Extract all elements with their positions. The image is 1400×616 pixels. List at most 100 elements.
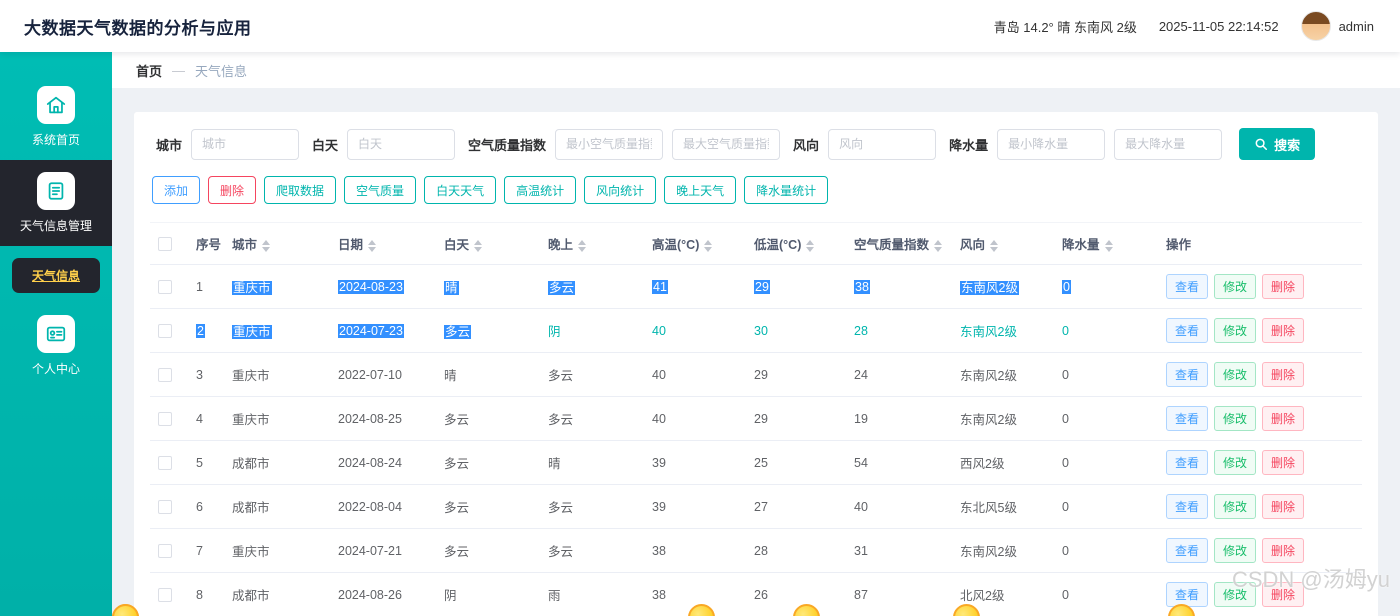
toolbar-button-4[interactable]: 白天天气 xyxy=(424,176,497,204)
edit-button[interactable]: 修改 xyxy=(1214,494,1257,519)
cell-seq: 1 xyxy=(188,264,224,309)
sort-carets-icon[interactable] xyxy=(262,239,271,252)
cell-high: 39 xyxy=(644,440,746,485)
table-row[interactable]: 2 重庆市 2024-07-23 多云阴 40 30 28 东南风2级 0 查看 修改 删除 xyxy=(150,308,1362,353)
precip-max-input[interactable] xyxy=(1114,128,1223,160)
cell-actions: 查看 修改 删除 xyxy=(1158,528,1362,573)
cell-city: 成都市 xyxy=(224,572,330,616)
toolbar-button-7[interactable]: 晚上天气 xyxy=(664,176,737,204)
edit-button[interactable]: 修改 xyxy=(1214,450,1257,475)
cell-date: 2024-07-21 xyxy=(330,528,436,573)
cell-seq: 4 xyxy=(188,396,224,441)
toolbar-button-3[interactable]: 空气质量 xyxy=(344,176,417,204)
column-header-city[interactable]: 城市 xyxy=(224,222,330,265)
column-header-low[interactable]: 低温(°C) xyxy=(746,222,846,265)
view-button[interactable]: 查看 xyxy=(1166,318,1209,343)
edit-button[interactable]: 修改 xyxy=(1214,362,1257,387)
cell-aqi: 38 xyxy=(846,264,952,309)
sidebar-item-home[interactable]: 系统首页 xyxy=(0,74,112,160)
day-input[interactable] xyxy=(347,128,456,160)
edit-button[interactable]: 修改 xyxy=(1214,274,1257,299)
cell-night: 阴 xyxy=(540,308,644,353)
view-button[interactable]: 查看 xyxy=(1166,450,1209,475)
view-button[interactable]: 查看 xyxy=(1166,582,1209,607)
breadcrumb-home[interactable]: 首页 xyxy=(136,61,162,80)
sidebar-item-weather-info[interactable]: 天气信息 xyxy=(12,258,100,293)
sort-carets-icon[interactable] xyxy=(704,239,713,252)
edit-button[interactable]: 修改 xyxy=(1214,406,1257,431)
main-content: 首页 — 天气信息 城市 白天 空气质量指数 风向 降水量 xyxy=(112,52,1400,616)
cell-low: 27 xyxy=(746,484,846,529)
sort-carets-icon[interactable] xyxy=(934,239,943,252)
toolbar-button-0[interactable]: 添加 xyxy=(152,176,201,204)
delete-button[interactable]: 删除 xyxy=(1262,582,1305,607)
toolbar-button-2[interactable]: 爬取数据 xyxy=(264,176,337,204)
search-button[interactable]: 搜索 xyxy=(1239,128,1316,160)
aqi-max-input[interactable] xyxy=(672,128,781,160)
column-header-precip[interactable]: 降水量 xyxy=(1054,222,1158,265)
sort-carets-icon[interactable] xyxy=(990,239,999,252)
select-all-checkbox[interactable] xyxy=(158,236,172,251)
edit-button[interactable]: 修改 xyxy=(1214,582,1257,607)
view-button[interactable]: 查看 xyxy=(1166,362,1209,387)
view-button[interactable]: 查看 xyxy=(1166,538,1209,563)
breadcrumb-separator: — xyxy=(172,62,186,78)
table-row[interactable]: 3 重庆市 2022-07-10 晴多云 40 29 24 东南风2级 0 查看 修改 删除 xyxy=(150,352,1362,397)
view-button[interactable]: 查看 xyxy=(1166,494,1209,519)
view-button[interactable]: 查看 xyxy=(1166,274,1209,299)
delete-button[interactable]: 删除 xyxy=(1262,406,1305,431)
table-row[interactable]: 4 重庆市 2024-08-25 多云 多云 40 29 19 东南风2级 0 查看 修改 删除 xyxy=(150,396,1362,441)
row-checkbox[interactable] xyxy=(158,499,172,514)
table-row[interactable]: 5 成都市 2024-08-24 多云晴 39 25 54 西风2级 0 查看 修改 删除 xyxy=(150,440,1362,485)
toolbar-button-6[interactable]: 风向统计 xyxy=(584,176,657,204)
sidebar-item-profile[interactable]: 个人中心 xyxy=(0,303,112,389)
cell-seq: 2 xyxy=(188,308,224,353)
view-button[interactable]: 查看 xyxy=(1166,406,1209,431)
toolbar-button-1[interactable]: 删除 xyxy=(208,176,257,204)
row-checkbox[interactable] xyxy=(158,279,172,294)
table-row[interactable]: 6 成都市 2022-08-04 多云 多云 39 27 40 东北风5级 0 查看 修改 删除 xyxy=(150,484,1362,529)
delete-button[interactable]: 删除 xyxy=(1262,538,1305,563)
row-checkbox[interactable] xyxy=(158,367,172,382)
column-header-night[interactable]: 晚上 xyxy=(540,222,644,265)
delete-button[interactable]: 删除 xyxy=(1262,450,1305,475)
column-header-high[interactable]: 高温(°C) xyxy=(644,222,746,265)
wind-input[interactable] xyxy=(828,128,937,160)
column-header-wind[interactable]: 风向 xyxy=(952,222,1054,265)
cell-high: 41 xyxy=(644,264,746,309)
row-checkbox[interactable] xyxy=(158,587,172,602)
row-checkbox[interactable] xyxy=(158,323,172,338)
city-input[interactable] xyxy=(191,128,300,160)
cell-high: 40 xyxy=(644,352,746,397)
delete-button[interactable]: 删除 xyxy=(1262,274,1305,299)
cell-wind: 东北风5级 xyxy=(952,484,1054,529)
sort-carets-icon[interactable] xyxy=(368,239,377,252)
delete-button[interactable]: 删除 xyxy=(1262,318,1305,343)
cell-night: 多云 xyxy=(540,396,644,441)
toolbar-button-5[interactable]: 高温统计 xyxy=(504,176,577,204)
sort-carets-icon[interactable] xyxy=(1104,239,1113,252)
table-row[interactable]: 1 重庆市 2024-08-23 晴多云 41 29 38 东南风2级 0 查看 修改 删除 xyxy=(150,264,1362,309)
column-header-aqi[interactable]: 空气质量指数 xyxy=(846,222,952,265)
sort-carets-icon[interactable] xyxy=(474,239,483,252)
cell-night: 多云 xyxy=(540,528,644,573)
row-checkbox[interactable] xyxy=(158,455,172,470)
table-row[interactable]: 7 重庆市 2024-07-21 多云 多云 38 28 31 东南风2级 0 查看 修改 删除 xyxy=(150,528,1362,573)
row-checkbox[interactable] xyxy=(158,411,172,426)
toolbar-button-8[interactable]: 降水量统计 xyxy=(744,176,829,204)
avatar[interactable] xyxy=(1300,11,1331,41)
edit-button[interactable]: 修改 xyxy=(1214,318,1257,343)
row-checkbox[interactable] xyxy=(158,543,172,558)
edit-button[interactable]: 修改 xyxy=(1214,538,1257,563)
user-menu[interactable]: admin xyxy=(1300,11,1374,41)
delete-button[interactable]: 删除 xyxy=(1262,494,1305,519)
sort-carets-icon[interactable] xyxy=(806,239,815,252)
aqi-min-input[interactable] xyxy=(555,128,664,160)
delete-button[interactable]: 删除 xyxy=(1262,362,1305,387)
column-header-date[interactable]: 日期 xyxy=(330,222,436,265)
sort-carets-icon[interactable] xyxy=(578,239,587,252)
clipboard-icon xyxy=(37,172,75,210)
precip-min-input[interactable] xyxy=(997,128,1106,160)
column-header-day[interactable]: 白天 xyxy=(436,222,540,265)
sidebar-item-weather-mgmt[interactable]: 天气信息管理 xyxy=(0,160,112,246)
